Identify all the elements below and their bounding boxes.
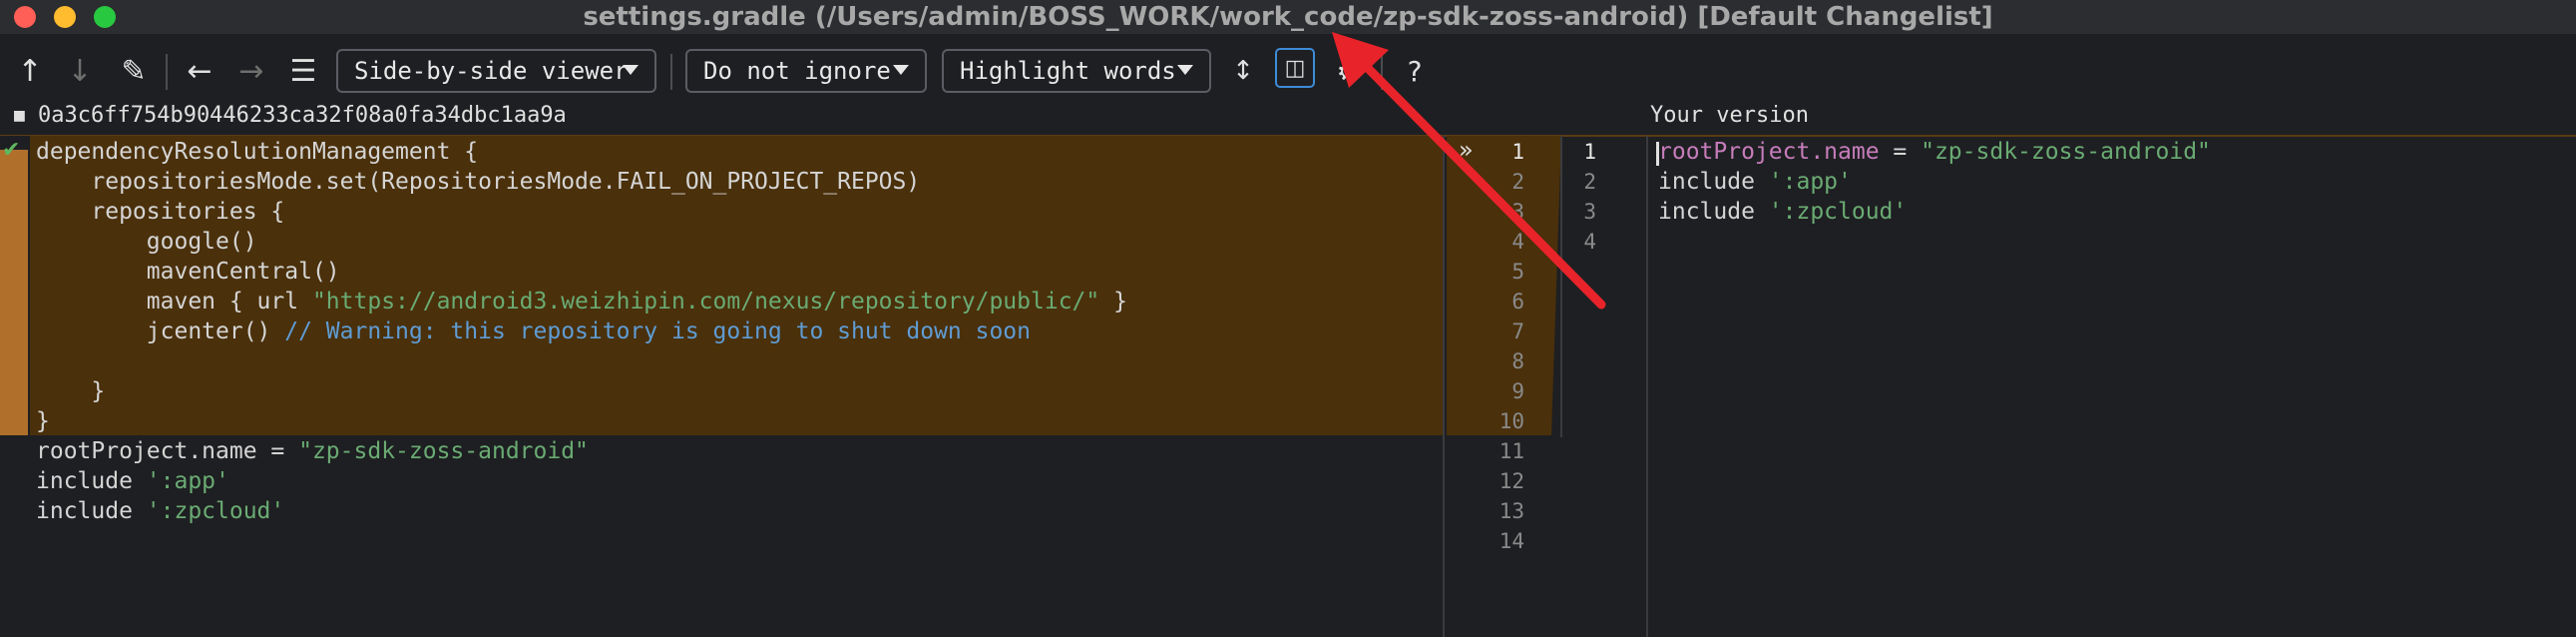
chevron-down-icon	[623, 65, 639, 75]
chevron-down-icon	[893, 65, 909, 75]
code-string: ':zpcloud'	[1768, 199, 1908, 225]
left-code-line: google()	[36, 227, 257, 257]
code-text: include	[36, 468, 147, 494]
left-code-line: rootProject.name = "zp-sdk-zoss-android"	[36, 436, 589, 466]
chevron-down-icon	[1177, 65, 1193, 75]
left-code-line: }	[36, 406, 50, 436]
code-text: }	[36, 378, 106, 404]
text-caret	[1656, 142, 1659, 166]
line-number: 2	[1511, 170, 1524, 194]
collapse-unchanged-icon[interactable]: ↕	[1223, 42, 1263, 100]
left-revision-label: 0a3c6ff754b90446233ca32f08a0fa34dbc1aa9a	[38, 103, 567, 128]
code-text: include	[1658, 169, 1769, 195]
code-string: ':app'	[146, 468, 229, 494]
line-number: 2	[1583, 170, 1596, 194]
code-comment: // Warning: this repository is going to …	[284, 318, 1031, 344]
code-string: "zp-sdk-zoss-android"	[298, 438, 589, 464]
code-text: include	[1658, 199, 1769, 225]
right-editor[interactable]: rootProject.name = "zp-sdk-zoss-android"…	[1648, 136, 2576, 637]
code-string: "zp-sdk-zoss-android"	[1921, 139, 2211, 165]
code-text: dependencyResolutionManagement {	[36, 139, 479, 165]
viewer-mode-label: Side-by-side viewer	[354, 57, 629, 85]
line-number: 5	[1511, 260, 1524, 284]
left-code-line: jcenter() // Warning: this repository is…	[36, 317, 1031, 346]
settings-gear-icon[interactable]: ⚙	[1329, 42, 1369, 100]
pane-divider	[1443, 136, 1445, 637]
sync-scroll-toggle-icon[interactable]: ◫	[1275, 48, 1315, 88]
line-number: 11	[1499, 439, 1524, 463]
ignore-whitespace-label: Do not ignore	[703, 57, 891, 85]
code-text: repositoriesMode.set(RepositoriesMode.FA…	[36, 169, 921, 195]
right-code-line: rootProject.name = "zp-sdk-zoss-android"	[1658, 137, 2211, 167]
code-text: maven { url	[36, 289, 312, 315]
left-code-line: repositoriesMode.set(RepositoriesMode.FA…	[36, 167, 920, 197]
line-number: 7	[1511, 319, 1524, 343]
edit-source-icon[interactable]: ✎	[114, 42, 154, 100]
line-number: 3	[1511, 200, 1524, 224]
code-text: mavenCentral()	[36, 259, 340, 285]
left-code-line: dependencyResolutionManagement {	[36, 137, 478, 167]
file-list-icon[interactable]: ☰	[283, 42, 323, 100]
code-string: "https://android3.weizhipin.com/nexus/re…	[311, 289, 1100, 315]
code-text: =	[1879, 139, 1922, 165]
previous-difference-icon[interactable]: ↑	[12, 42, 48, 100]
back-arrow-icon[interactable]: ←	[180, 42, 219, 100]
toolbar-separator	[670, 54, 672, 90]
code-string: ':app'	[1768, 169, 1852, 195]
help-button[interactable]: ?	[1395, 42, 1435, 100]
right-code-line: include ':app'	[1658, 167, 1852, 197]
line-number: 1	[1511, 140, 1524, 164]
left-code-line: }	[36, 376, 105, 406]
code-text: rootProject.name =	[36, 438, 299, 464]
line-number: 4	[1511, 230, 1524, 254]
code-text: jcenter()	[36, 318, 285, 344]
viewer-mode-dropdown[interactable]: Side-by-side viewer	[336, 49, 656, 93]
code-text: }	[36, 408, 50, 434]
right-code-line: include ':zpcloud'	[1658, 197, 1907, 227]
ignore-whitespace-dropdown[interactable]: Do not ignore	[685, 49, 927, 93]
line-number: 3	[1583, 200, 1596, 224]
left-code-line: include ':app'	[36, 466, 229, 496]
title-bar: settings.gradle (/Users/admin/BOSS_WORK/…	[0, 0, 2576, 34]
toolbar-separator	[1381, 54, 1383, 90]
highlight-mode-dropdown[interactable]: Highlight words	[942, 49, 1211, 93]
left-editor[interactable]: ✔ dependencyResolutionManagement { repos…	[0, 136, 1443, 637]
toolbar-separator	[166, 54, 168, 90]
line-number: 12	[1499, 469, 1524, 493]
left-code-line: mavenCentral()	[36, 257, 340, 287]
code-string: ':zpcloud'	[146, 498, 285, 524]
line-number: 4	[1583, 230, 1596, 254]
line-number: 6	[1511, 290, 1524, 314]
right-pane-header: Your version	[1650, 103, 1809, 128]
code-text: }	[1099, 289, 1127, 315]
next-difference-icon[interactable]: ↓	[62, 42, 98, 100]
left-code-line: repositories {	[36, 197, 284, 227]
apply-change-arrows-icon[interactable]: »	[1459, 136, 1474, 164]
window-title: settings.gradle (/Users/admin/BOSS_WORK/…	[583, 2, 1993, 32]
diff-toolbar: ↑ ↓ ✎ ← → ☰ Side-by-side viewer Do not i…	[0, 42, 2576, 100]
code-text: google()	[36, 229, 257, 255]
code-text: repositories {	[36, 199, 285, 225]
left-code-line: include ':zpcloud'	[36, 496, 284, 526]
diff-connector	[1447, 136, 1562, 437]
line-number: 10	[1499, 409, 1524, 433]
code-property: rootProject.name	[1658, 139, 1880, 165]
left-code-line: maven { url "https://android3.weizhipin.…	[36, 287, 1127, 317]
line-number: 1	[1583, 140, 1596, 164]
lock-icon: ■	[14, 105, 25, 126]
change-gutter-marker	[0, 150, 28, 435]
code-text: include	[36, 498, 147, 524]
forward-arrow-icon[interactable]: →	[231, 42, 271, 100]
highlight-mode-label: Highlight words	[960, 57, 1176, 85]
apply-check-icon[interactable]: ✔	[2, 138, 20, 163]
line-number: 14	[1499, 529, 1524, 553]
pane-headers: ■ 0a3c6ff754b90446233ca32f08a0fa34dbc1aa…	[0, 103, 2576, 135]
line-number: 13	[1499, 499, 1524, 523]
line-number: 8	[1511, 349, 1524, 373]
line-number: 9	[1511, 379, 1524, 403]
